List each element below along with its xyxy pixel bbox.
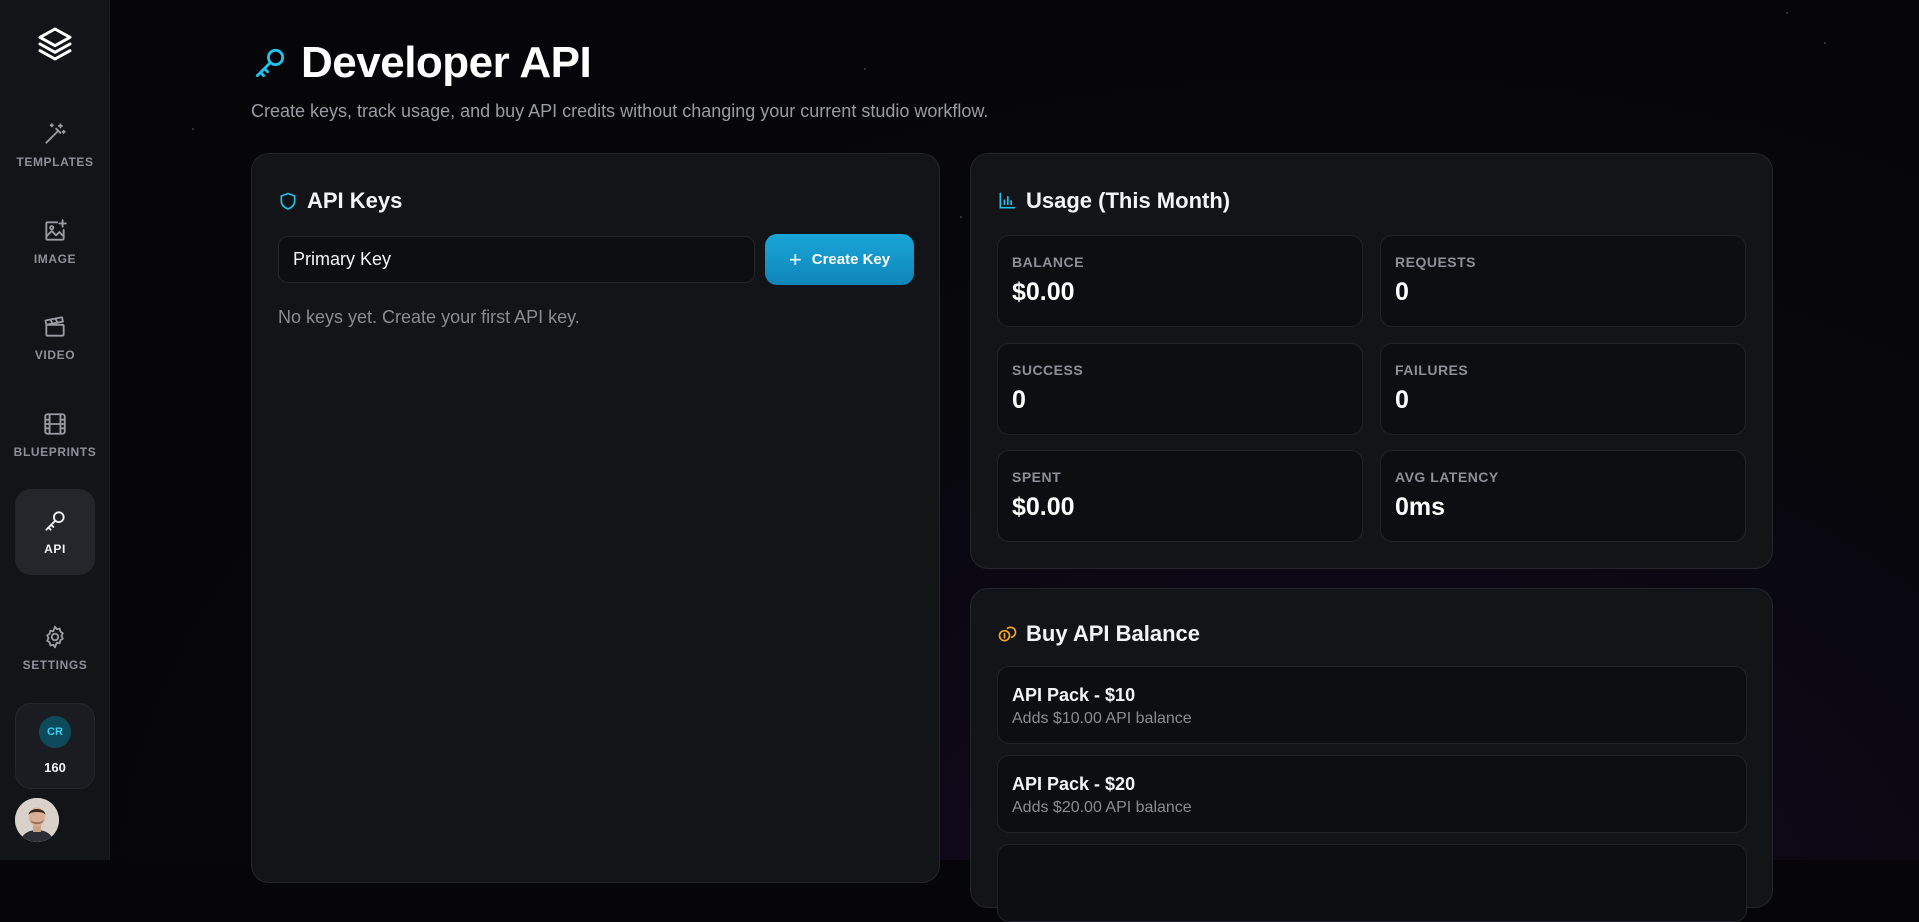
page-subtitle: Create keys, track usage, and buy API cr… [251,101,989,121]
sidebar-item-settings[interactable]: SETTINGS [15,605,95,691]
shield-icon [280,192,296,210]
stat-value: 0 [1395,278,1409,306]
buy-balance-title: Buy API Balance [1026,621,1201,646]
usage-heading: Usage (This Month) [997,188,1230,214]
api-pack-option[interactable]: API Pack - $20 Adds $20.00 API balance [997,755,1747,833]
stat-value: $0.00 [1012,493,1075,521]
stat-card-balance: BALANCE $0.00 [997,235,1363,327]
stat-card-avg-latency: AVG LATENCY 0ms [1380,450,1746,542]
api-pack-option[interactable] [997,844,1747,922]
key-name-input[interactable] [278,236,755,283]
sidebar-item-label: API [44,542,66,556]
buy-balance-card: Buy API Balance API Pack - $10 Adds $10.… [970,588,1773,922]
coins-icon [998,626,1017,642]
layers-logo-icon[interactable] [35,24,75,64]
image-plus-icon [45,219,67,241]
avatar[interactable] [15,798,59,842]
buy-balance-heading: Buy API Balance [997,621,1200,647]
stat-label: SPENT [1012,469,1062,485]
empty-keys-message: No keys yet. Create your first API key. [278,307,580,327]
stat-value: 0 [1395,386,1409,414]
stat-value: $0.00 [1012,278,1075,306]
credits-widget[interactable]: CR 160 [15,703,95,789]
api-keys-card: API Keys + Create Key No keys yet. Creat… [251,153,940,883]
pack-description: Adds $20.00 API balance [1012,799,1192,816]
background-star [1824,42,1826,44]
api-pack-option[interactable]: API Pack - $10 Adds $10.00 API balance [997,666,1747,744]
stat-value: 0 [1012,386,1026,414]
sidebar-item-image[interactable]: IMAGE [15,199,95,285]
magic-wand-icon [45,123,66,144]
key-icon [255,48,285,78]
stat-card-success: SUCCESS 0 [997,343,1363,435]
plus-icon: + [788,246,802,272]
sidebar-item-label: IMAGE [33,252,77,266]
pack-name: API Pack - $20 [1012,774,1136,794]
gear-icon [46,625,64,649]
stat-label: SUCCESS [1012,362,1084,378]
pack-name: API Pack - $10 [1012,685,1136,705]
credits-badge: CR [39,716,71,748]
background-star [192,128,194,130]
background-star [960,216,962,218]
background-star [1786,12,1788,14]
pack-description: Adds $10.00 API balance [1012,710,1192,727]
usage-title: Usage (This Month) [1026,188,1231,213]
sidebar-item-label: TEMPLATES [16,155,94,169]
stat-value: 0ms [1395,493,1446,521]
page-title: Developer API [301,38,592,87]
sidebar: TEMPLATES IMAGE VIDEO BLUEPRINTS API SET… [0,0,110,860]
stat-label: AVG LATENCY [1395,469,1499,485]
stat-label: REQUESTS [1395,254,1477,270]
sidebar-item-templates[interactable]: TEMPLATES [15,102,95,188]
sidebar-item-api[interactable]: API [15,489,95,575]
sidebar-item-blueprints[interactable]: BLUEPRINTS [13,392,97,478]
credits-count: 160 [44,760,66,775]
sidebar-item-label: VIDEO [34,348,76,362]
film-icon [44,413,66,435]
sidebar-item-label: SETTINGS [22,658,88,672]
create-key-label: Create Key [811,251,891,268]
stat-card-requests: REQUESTS 0 [1380,235,1746,327]
stat-card-failures: FAILURES 0 [1380,343,1746,435]
sidebar-item-label: BLUEPRINTS [13,445,97,459]
create-key-button[interactable]: + Create Key [765,234,914,285]
stat-card-spent: SPENT $0.00 [997,450,1363,542]
stat-label: FAILURES [1395,362,1469,378]
api-keys-heading: API Keys [278,188,402,214]
background-star [864,68,866,70]
key-icon [45,511,65,531]
bar-chart-icon [999,192,1016,209]
stat-label: BALANCE [1012,254,1084,270]
usage-card: Usage (This Month) BALANCE $0.00 REQUEST… [970,153,1773,569]
clapperboard-icon [44,316,65,337]
api-keys-title: API Keys [307,188,403,213]
sidebar-item-video[interactable]: VIDEO [15,295,95,381]
page-header: Developer API [251,38,592,88]
